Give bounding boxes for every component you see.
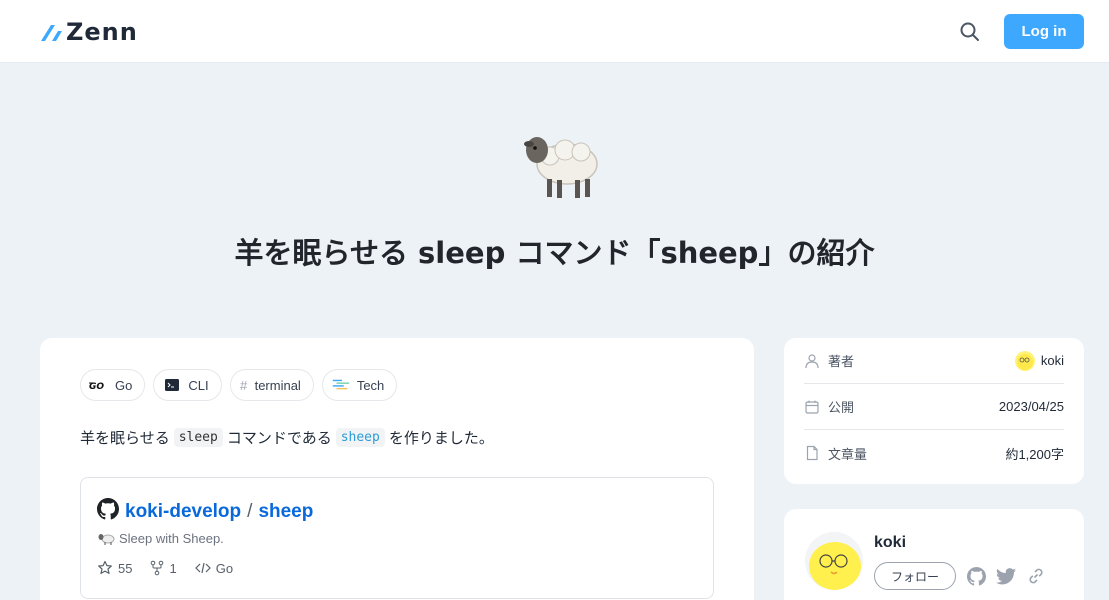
login-button[interactable]: Log in <box>1004 14 1084 49</box>
sheep-small-icon <box>98 533 115 545</box>
repo-forks: 1 <box>150 560 177 576</box>
avatar[interactable] <box>805 532 863 590</box>
topic-terminal[interactable]: # terminal <box>229 369 314 401</box>
info-row-length: 文章量 約1,200字 <box>804 430 1064 476</box>
length-value: 約1,200字 <box>1005 446 1064 462</box>
author-card-name[interactable]: koki <box>874 534 906 552</box>
repo-title: koki-develop / sheep <box>97 498 313 526</box>
intro-text-2: コマンドである <box>226 429 332 447</box>
topic-label: terminal <box>254 377 301 393</box>
star-icon <box>98 560 112 574</box>
follow-button[interactable]: フォロー <box>874 562 956 590</box>
terminal-window-icon <box>162 378 182 392</box>
language-name: Go <box>215 560 234 576</box>
topic-label: Go <box>115 377 133 393</box>
article-intro: 羊を眠らせる sleep コマンドである sheep を作りました。 <box>80 427 494 448</box>
info-row-author: 著者 koki <box>804 338 1064 384</box>
repo-owner-link[interactable]: koki-develop <box>125 501 241 523</box>
user-icon <box>805 353 819 368</box>
calendar-icon <box>805 400 819 414</box>
repo-language: Go <box>194 560 234 576</box>
code-icon <box>194 562 211 574</box>
topic-label: Tech <box>356 377 385 393</box>
social-links <box>966 566 1046 586</box>
fork-count: 1 <box>169 560 177 576</box>
inline-code-sheep-link[interactable]: sheep <box>335 428 385 447</box>
article-info-card: 著者 koki 公開 2023/04/25 文章量 約1,200字 <box>784 338 1084 484</box>
author-name: koki <box>1040 353 1064 368</box>
author-label: 著者 <box>828 354 855 369</box>
zenn-logo-icon <box>41 25 62 41</box>
fork-icon <box>151 560 164 576</box>
author-card: koki フォロー <box>784 509 1084 600</box>
article-title: 羊を眠らせる sleep コマンド「sheep」の紹介 <box>234 236 875 270</box>
tech-icon <box>331 378 351 392</box>
repo-slash: / <box>247 501 253 522</box>
topic-label: CLI <box>188 377 209 393</box>
repo-name-link[interactable]: sheep <box>258 501 313 523</box>
document-icon <box>806 445 818 461</box>
twitter-icon[interactable] <box>996 566 1016 586</box>
intro-text-3: を作りました。 <box>388 429 494 447</box>
github-icon[interactable] <box>966 566 986 586</box>
sheep-emoji-icon <box>524 137 598 198</box>
search-icon[interactable] <box>958 20 982 44</box>
length-label: 文章量 <box>828 446 868 462</box>
topic-cli[interactable]: CLI <box>153 369 222 401</box>
info-row-published: 公開 2023/04/25 <box>804 384 1064 430</box>
published-label: 公開 <box>828 400 855 415</box>
repo-description-text: Sleep with Sheep. <box>119 531 224 546</box>
zenn-logo[interactable]: Zenn <box>40 18 138 46</box>
repo-description: Sleep with Sheep. <box>97 531 224 546</box>
repo-stars: 55 <box>97 560 132 576</box>
topic-list: GO Go CLI # terminal Tech <box>80 369 398 401</box>
topic-go[interactable]: GO Go <box>80 369 146 401</box>
inline-code-sleep: sleep <box>173 428 223 447</box>
topic-tech[interactable]: Tech <box>321 369 398 401</box>
hash-icon: # <box>239 377 248 393</box>
star-count: 55 <box>118 560 133 576</box>
author-link[interactable]: koki <box>1014 350 1064 371</box>
avatar <box>1014 350 1035 371</box>
logo-text: Zenn <box>66 18 138 46</box>
repo-meta: 55 1 Go <box>97 560 233 576</box>
published-date: 2023/04/25 <box>998 399 1064 414</box>
link-icon[interactable] <box>1026 566 1046 586</box>
github-repo-card[interactable]: koki-develop / sheep Sleep with Sheep. 5… <box>80 477 714 599</box>
go-logo-icon: GO <box>89 378 109 392</box>
intro-text-1: 羊を眠らせる <box>80 429 170 447</box>
article-card: GO Go CLI # terminal Tech 羊を眠らせる sleep コ… <box>40 338 754 600</box>
github-icon <box>97 498 119 526</box>
site-header: Zenn Log in <box>0 0 1109 63</box>
